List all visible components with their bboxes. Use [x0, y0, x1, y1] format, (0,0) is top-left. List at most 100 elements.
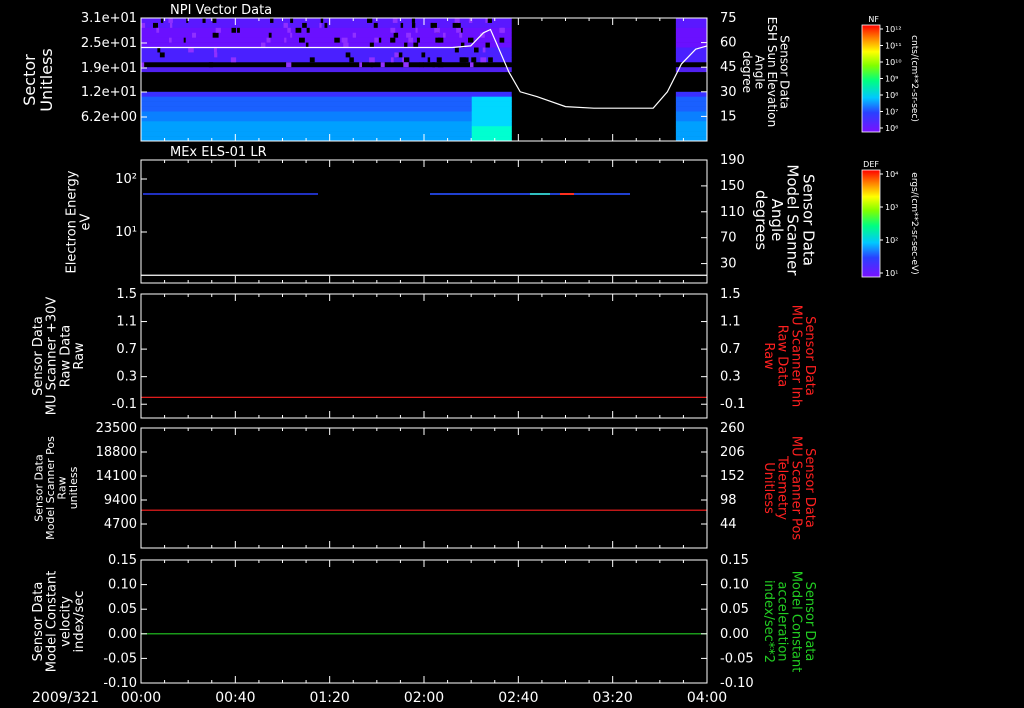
colorbar — [861, 169, 881, 278]
npi-noise — [390, 57, 394, 63]
y-axis-title-left-line: Raw — [72, 342, 87, 370]
npi-noise — [299, 37, 305, 43]
y-tick-label-right: 30 — [720, 257, 737, 272]
y-tick-label-left: 10¹ — [115, 225, 137, 240]
time-tick-label: 02:40 — [498, 690, 538, 706]
y-tick-label-left: 0.3 — [116, 370, 137, 385]
npi-band — [675, 91, 707, 98]
npi-highlight — [471, 106, 512, 112]
colorbar-layer: NF 10¹² 10¹¹ 10¹⁰ 10⁹ 10⁸ 10⁷ 10⁶ cnts/(cm**2-sr… — [861, 15, 919, 278]
npi-noise — [230, 57, 237, 63]
npi-band — [141, 62, 512, 68]
npi-band — [675, 81, 707, 88]
y-tick-label-right: 206 — [720, 445, 745, 460]
npi-noise — [437, 62, 444, 68]
npi-noise — [434, 27, 440, 33]
npi-band — [141, 131, 512, 137]
npi-band — [675, 96, 707, 102]
npi-noise — [320, 18, 324, 23]
npi-band — [141, 37, 512, 43]
npi-noise — [212, 32, 219, 38]
npi-band — [675, 121, 707, 127]
colorbar-tick-label: 10¹⁰ — [885, 58, 902, 67]
y-tick-label-left: 1.9e+01 — [81, 61, 137, 76]
npi-noise — [390, 37, 396, 43]
npi-band — [675, 77, 707, 83]
npi-noise — [416, 37, 420, 43]
y-tick-label-left: 1.2e+01 — [81, 85, 137, 100]
y-tick-label-left: 6.2e+00 — [81, 110, 137, 125]
y-axis-title-left-line: eV — [78, 213, 93, 230]
y-tick-label-left: 1.5 — [116, 287, 137, 302]
y-tick-label-right: 0.05 — [720, 602, 749, 617]
npi-band — [141, 121, 512, 127]
colorbar-tick-label: 10¹ — [885, 269, 898, 278]
npi-noise — [454, 47, 459, 53]
npi-noise — [415, 27, 418, 33]
y-tick-label-left: 0.7 — [116, 342, 137, 357]
npi-noise — [231, 27, 236, 33]
npi-band — [675, 126, 707, 132]
npi-band — [675, 101, 707, 107]
npi-noise — [290, 32, 293, 38]
npi-noise — [432, 62, 435, 68]
y-tick-label-left: 0.10 — [108, 578, 137, 593]
y-tick-label-left: 3.1e+01 — [81, 11, 137, 26]
y-tick-label-left: -0.05 — [103, 651, 137, 666]
npi-highlight — [471, 111, 512, 117]
npi-band — [675, 131, 707, 137]
npi-highlight — [471, 101, 512, 107]
npi-noise — [465, 57, 469, 63]
y-axis-title-right-line: degree — [740, 51, 754, 93]
y-tick-label-left: 18800 — [96, 445, 137, 460]
colorbar-tick-label: 10⁴ — [885, 170, 898, 179]
npi-noise — [370, 62, 373, 68]
y-tick-label-right: 45 — [720, 60, 737, 75]
npi-highlight — [471, 116, 512, 122]
npi-noise — [345, 52, 351, 58]
npi-band — [141, 81, 512, 88]
colorbar-unit: cnts/(cm**2-sr-sec) — [909, 35, 919, 122]
y-tick-label-right: 190 — [720, 153, 745, 168]
npi-band — [141, 111, 512, 117]
npi-band — [141, 101, 512, 107]
time-tick-label: 02:00 — [404, 690, 444, 706]
npi-noise — [270, 18, 274, 23]
npi-band — [141, 57, 512, 63]
npi-noise — [392, 18, 398, 23]
npi-noise — [499, 27, 504, 33]
npi-noise — [309, 57, 315, 63]
y-tick-label-right: 150 — [720, 179, 745, 194]
colorbar-tick-label: 10² — [885, 236, 898, 245]
npi-noise — [488, 57, 493, 63]
y-tick-label-left: 4700 — [104, 517, 137, 532]
y-tick-label-right: -0.05 — [720, 651, 754, 666]
y-tick-label-right: -0.10 — [720, 676, 754, 691]
npi-band — [141, 52, 512, 58]
y-axis-title-left: SectorUnitless — [20, 48, 56, 112]
y-tick-label-left: -0.10 — [103, 676, 137, 691]
npi-noise — [374, 37, 379, 43]
npi-noise — [471, 57, 476, 63]
npi-noise — [290, 18, 294, 23]
npi-noise — [202, 18, 206, 23]
npi-noise — [404, 42, 408, 48]
npi-noise — [369, 42, 374, 48]
y-axis-title-right: Sensor DataESH Sun ElevationAngledegree — [740, 17, 792, 127]
npi-noise — [418, 62, 424, 68]
npi-noise — [413, 42, 419, 48]
y-tick-label-right: 98 — [720, 493, 737, 508]
npi-band — [141, 96, 512, 102]
colorbar-unit: ergs/(cm**2-sr-sec-eV) — [909, 172, 919, 274]
y-axis-title-right-line: index/sec**2 — [761, 580, 776, 663]
npi-noise — [188, 47, 194, 53]
npi-noise — [367, 18, 373, 23]
npi-noise — [260, 42, 266, 48]
y-axis-title-right: Sensor DataModel Constantaccelerationind… — [761, 571, 817, 673]
npi-noise — [286, 62, 292, 68]
date-label: 2009/321 — [32, 690, 99, 706]
npi-band — [675, 18, 707, 24]
npi-noise — [159, 52, 165, 58]
npi-noise — [213, 47, 217, 53]
y-axis-title-right-line: Raw — [761, 342, 776, 370]
